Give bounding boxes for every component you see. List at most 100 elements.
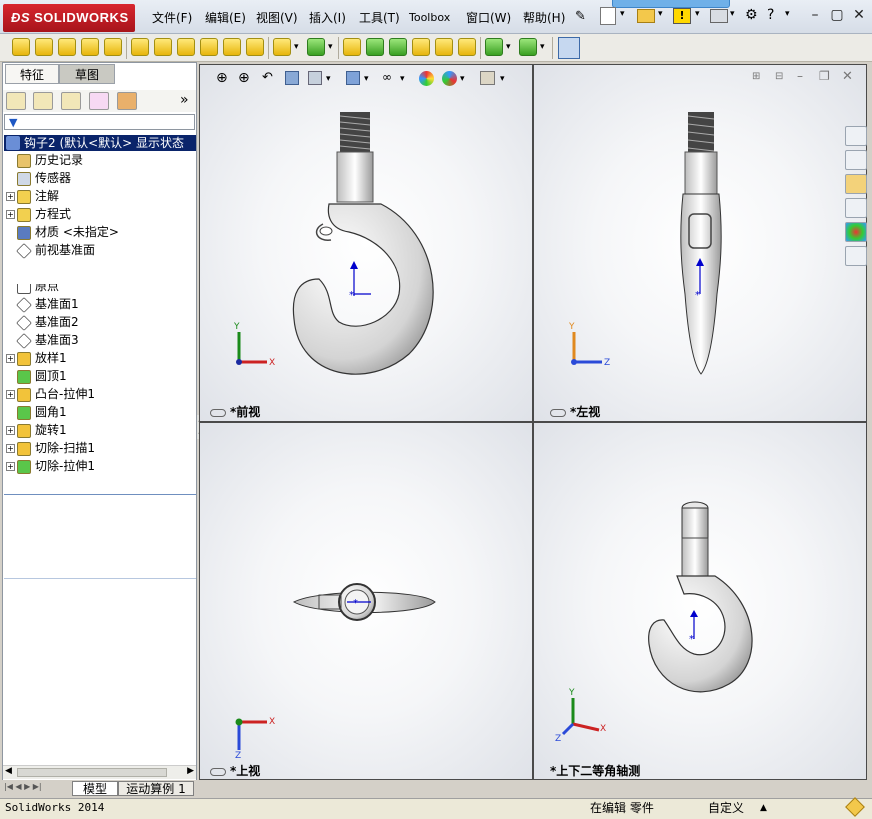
curves-icon[interactable] [519,38,537,56]
tab-model[interactable]: 模型 [72,781,118,796]
tree-item[interactable]: 基准面1 [6,295,194,313]
curves-dropdown-icon[interactable]: ▾ [540,42,545,52]
shell-icon[interactable] [389,38,407,56]
menu-toolbox[interactable]: Toolbox [409,10,450,26]
draft-icon[interactable] [366,38,384,56]
horizontal-scrollbar[interactable]: ◀ ▶ [3,765,196,779]
expand-toggle-icon[interactable]: + [6,444,15,453]
expand-toggle-icon[interactable]: + [6,354,15,363]
revolved-boss-icon[interactable] [35,38,53,56]
tree-item[interactable]: 圆角1 [6,403,194,421]
menu-file[interactable]: 文件(F) [152,10,192,26]
property-manager-icon[interactable] [33,92,53,110]
wrap-icon[interactable] [412,38,430,56]
floating-badge[interactable] [612,0,730,8]
tree-item[interactable]: 传感器 [6,169,194,187]
expand-toggle-icon[interactable]: + [6,210,15,219]
expand-toggle-icon[interactable]: + [6,390,15,399]
tab-motion-study[interactable]: 运动算例 1 [118,781,194,796]
scroll-right-icon[interactable]: ▶ [187,766,194,776]
tab-sketch[interactable]: 草图 [59,64,115,84]
display-manager-icon[interactable] [117,92,137,110]
restore-button[interactable]: ▢ [826,6,848,24]
refgeom-dropdown-icon[interactable]: ▾ [506,42,511,52]
menu-view[interactable]: 视图(V) [256,10,298,26]
open-folder-icon[interactable] [637,9,655,23]
menu-help[interactable]: 帮助(H) [523,10,565,26]
tree-item[interactable]: + 切除-拉伸1 [6,457,194,475]
pin-icon[interactable]: ✎ [575,9,586,24]
boundary-cut-icon[interactable] [223,38,241,56]
tree-root-part[interactable]: 钩子2 (默认<默认> 显示状态 [4,135,196,151]
configuration-manager-icon[interactable] [61,92,81,110]
scroll-left-icon[interactable]: ◀ [5,766,12,776]
rebuild-dropdown-icon[interactable]: ▾ [695,9,700,19]
menu-edit[interactable]: 编辑(E) [205,10,246,26]
tree-item[interactable]: + 凸台-拉伸1 [6,385,194,403]
menu-window[interactable]: 窗口(W) [466,10,511,26]
swept-cut-icon[interactable] [177,38,195,56]
filter-input[interactable]: ▼ [4,114,195,130]
expand-toggle-icon[interactable]: + [6,192,15,201]
revolved-cut-icon[interactable] [154,38,172,56]
reference-geometry-icon[interactable] [485,38,503,56]
linear-pattern-icon[interactable] [307,38,325,56]
fillet-icon[interactable] [273,38,291,56]
thicken-cut-icon[interactable] [246,38,264,56]
tree-item[interactable]: + 切除-扫描1 [6,439,194,457]
tree-item[interactable]: 历史记录 [6,151,194,169]
tree-item[interactable]: 前视基准面 [6,241,194,259]
status-units[interactable]: 自定义 [708,799,744,817]
tree-item[interactable]: 材质 <未指定> [6,223,194,241]
help-dropdown-icon[interactable]: ▾ [785,9,790,19]
left-hook[interactable]: * [680,112,722,375]
front-hook[interactable]: * [292,112,434,375]
link-views-icon[interactable] [550,408,566,417]
tree-item[interactable]: 基准面2 [6,313,194,331]
help-question-icon[interactable]: ? [767,7,774,23]
new-dropdown-icon[interactable]: ▾ [620,9,625,19]
menu-tools[interactable]: 工具(T) [359,10,400,26]
options-gear-icon[interactable]: ⚙ [745,7,758,23]
tab-features[interactable]: 特征 [5,64,59,84]
tree-item[interactable]: + 放样1 [6,349,194,367]
link-views-icon[interactable] [210,408,226,417]
tree-item[interactable]: + 方程式 [6,205,194,223]
expand-toggle-icon[interactable]: + [6,462,15,471]
open-dropdown-icon[interactable]: ▾ [658,9,663,19]
print-dropdown-icon[interactable]: ▾ [730,9,735,19]
scroll-thumb[interactable] [17,768,167,777]
swept-boss-icon[interactable] [58,38,76,56]
close-button[interactable]: ✕ [848,6,870,24]
dimxpert-icon[interactable] [89,92,109,110]
units-dropdown-icon[interactable]: ▲ [760,799,767,817]
minimize-button[interactable]: – [804,6,826,24]
rebuild-warning-icon[interactable]: ! [673,8,691,24]
solidworks-logo[interactable]: ƉS SOLIDWORKS [3,4,135,32]
feature-manager-icon[interactable] [6,92,26,110]
fillet-dropdown-icon[interactable]: ▾ [294,42,299,52]
extruded-boss-icon[interactable] [12,38,30,56]
isometric-hook[interactable]: * [648,501,753,693]
intersect-icon[interactable] [435,38,453,56]
boundary-boss-icon[interactable] [104,38,122,56]
lofted-boss-icon[interactable] [81,38,99,56]
link-views-icon[interactable] [210,767,226,776]
menu-insert[interactable]: 插入(I) [309,10,346,26]
rib-icon[interactable] [343,38,361,56]
print-icon[interactable] [710,9,728,23]
new-document-icon[interactable] [600,7,616,25]
lofted-cut-icon[interactable] [200,38,218,56]
instant3d-icon[interactable] [558,37,580,59]
tree-item[interactable]: + 旋转1 [6,421,194,439]
extruded-cut-icon[interactable] [131,38,149,56]
mirror-icon[interactable] [458,38,476,56]
chevron-right-icon[interactable]: » [180,92,189,108]
tree-item[interactable]: 圆顶1 [6,367,194,385]
tree-item[interactable]: 基准面3 [6,331,194,349]
tab-nav-arrows-icon[interactable]: |◀ ◀ ▶ ▶| [4,782,42,791]
tree-item[interactable]: + 注解 [6,187,194,205]
expand-toggle-icon[interactable]: + [6,426,15,435]
pattern-dropdown-icon[interactable]: ▾ [328,42,333,52]
top-hook[interactable]: * [292,583,436,621]
